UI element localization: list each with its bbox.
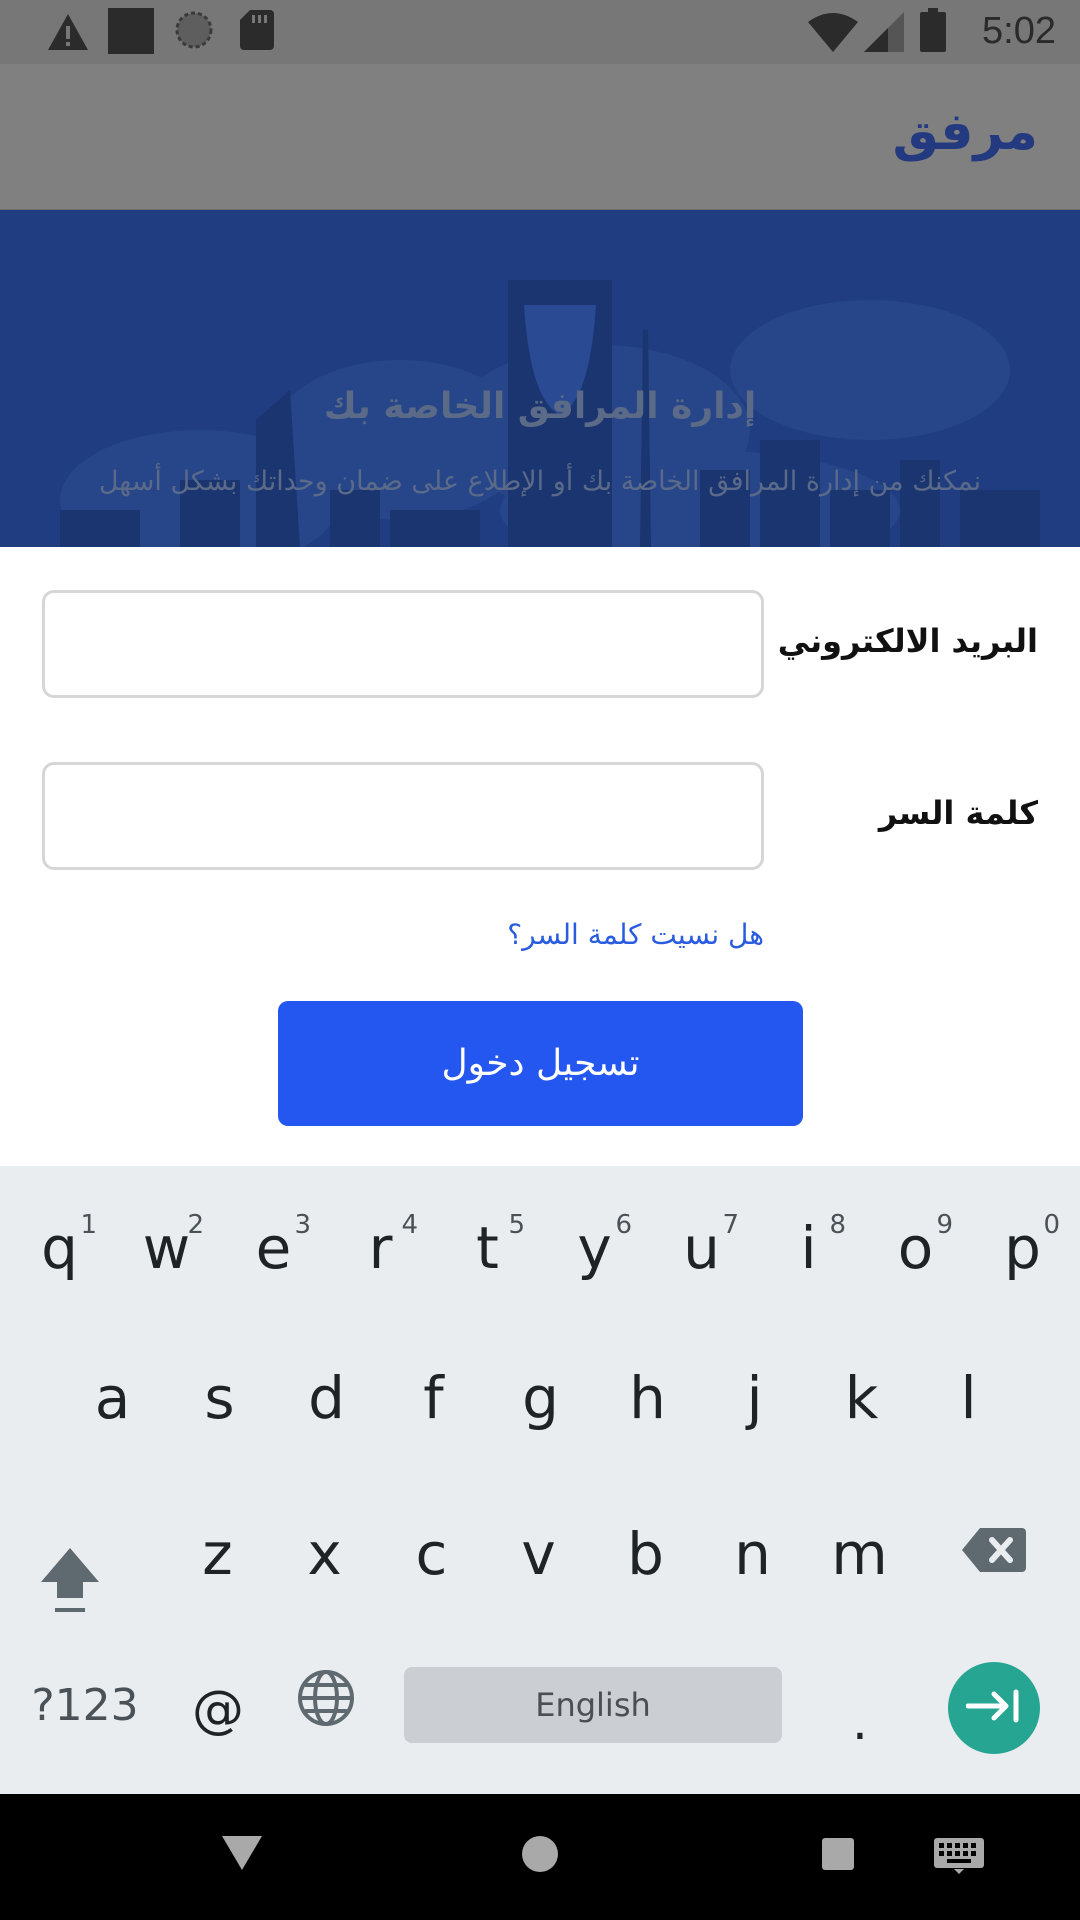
email-label: البريد الالكتروني xyxy=(777,622,1038,660)
key-f[interactable]: f xyxy=(380,1338,487,1458)
key-x[interactable]: x xyxy=(271,1494,378,1614)
key-hint: 4 xyxy=(401,1210,418,1240)
key-t[interactable]: t5 xyxy=(434,1188,541,1308)
key-hint: 5 xyxy=(508,1210,525,1240)
email-field[interactable] xyxy=(42,590,764,698)
key-j[interactable]: j xyxy=(701,1338,808,1458)
key-letter: u xyxy=(683,1214,720,1282)
key-letter: y xyxy=(577,1214,612,1282)
home-icon[interactable] xyxy=(522,1836,558,1876)
key-r[interactable]: r4 xyxy=(327,1188,434,1308)
next-tab-icon xyxy=(965,1688,1022,1728)
screen: 5:02 مرفق إدارة المرافق الخاصة بك نمكنك … xyxy=(0,0,1080,1920)
key-p[interactable]: p0 xyxy=(969,1188,1076,1308)
key-letter: i xyxy=(800,1214,817,1282)
space-bar[interactable]: English xyxy=(404,1667,782,1743)
hero-banner: إدارة المرافق الخاصة بك نمكنك من إدارة ا… xyxy=(0,210,1080,547)
shift-icon xyxy=(39,1544,101,1630)
key-hint: 2 xyxy=(187,1210,204,1240)
key-z[interactable]: z xyxy=(164,1494,271,1614)
key-letter: w xyxy=(142,1214,191,1282)
shift-key[interactable] xyxy=(20,1527,120,1647)
clock: 5:02 xyxy=(982,10,1056,52)
recents-icon[interactable] xyxy=(822,1838,854,1874)
key-c[interactable]: c xyxy=(378,1494,485,1614)
symbols-key[interactable]: ?123 xyxy=(20,1645,150,1765)
period-key[interactable]: . xyxy=(810,1662,910,1782)
key-i[interactable]: i8 xyxy=(755,1188,862,1308)
language-key[interactable] xyxy=(276,1645,376,1765)
key-n[interactable]: n xyxy=(699,1494,806,1614)
key-u[interactable]: u7 xyxy=(648,1188,755,1308)
key-letter: e xyxy=(255,1214,292,1282)
app-bar: مرفق xyxy=(0,64,1080,210)
globe-icon xyxy=(297,1669,355,1741)
password-label: كلمة السر xyxy=(878,794,1038,832)
warning-icon xyxy=(46,12,90,56)
key-l[interactable]: l xyxy=(915,1338,1022,1458)
square-icon xyxy=(108,8,154,58)
wifi-icon xyxy=(808,12,858,56)
at-key[interactable]: @ xyxy=(168,1650,268,1770)
key-w[interactable]: w2 xyxy=(113,1188,220,1308)
key-b[interactable]: b xyxy=(592,1494,699,1614)
login-button[interactable]: تسجيل دخول xyxy=(278,1001,803,1126)
signal-icon xyxy=(864,12,904,56)
key-q[interactable]: q1 xyxy=(6,1188,113,1308)
hero-title: إدارة المرافق الخاصة بك xyxy=(323,386,757,427)
forgot-password-link[interactable]: هل نسيت كلمة السر؟ xyxy=(507,918,764,951)
key-y[interactable]: y6 xyxy=(541,1188,648,1308)
key-hint: 3 xyxy=(294,1210,311,1240)
loading-icon xyxy=(174,10,214,54)
status-bar: 5:02 xyxy=(0,0,1080,64)
backspace-icon xyxy=(962,1520,1026,1588)
password-field[interactable] xyxy=(42,762,764,870)
key-o[interactable]: o9 xyxy=(862,1188,969,1308)
key-letter: r xyxy=(368,1214,393,1282)
key-v[interactable]: v xyxy=(485,1494,592,1614)
key-hint: 0 xyxy=(1043,1210,1060,1240)
backspace-key[interactable] xyxy=(944,1494,1044,1614)
enter-key[interactable] xyxy=(948,1662,1040,1754)
key-hint: 8 xyxy=(829,1210,846,1240)
navigation-bar xyxy=(0,1794,1080,1920)
key-letter: o xyxy=(897,1214,934,1282)
battery-icon xyxy=(920,8,946,56)
key-m[interactable]: m xyxy=(806,1494,913,1614)
key-letter: q xyxy=(41,1214,78,1282)
key-g[interactable]: g xyxy=(487,1338,594,1458)
key-hint: 1 xyxy=(80,1210,97,1240)
app-title: مرفق xyxy=(892,102,1038,162)
key-hint: 6 xyxy=(615,1210,632,1240)
key-hint: 9 xyxy=(936,1210,953,1240)
key-letter: t xyxy=(476,1214,499,1282)
key-a[interactable]: a xyxy=(59,1338,166,1458)
key-hint: 7 xyxy=(722,1210,739,1240)
back-icon[interactable] xyxy=(222,1836,262,1874)
hero-subtitle: نمكنك من إدارة المرافق الخاصة بك أو الإط… xyxy=(98,466,982,497)
sd-card-icon xyxy=(240,10,274,54)
key-e[interactable]: e3 xyxy=(220,1188,327,1308)
key-k[interactable]: k xyxy=(808,1338,915,1458)
keyboard-icon[interactable] xyxy=(934,1838,984,1878)
key-letter: p xyxy=(1004,1214,1041,1282)
key-d[interactable]: d xyxy=(273,1338,380,1458)
key-h[interactable]: h xyxy=(594,1338,701,1458)
key-s[interactable]: s xyxy=(166,1338,273,1458)
